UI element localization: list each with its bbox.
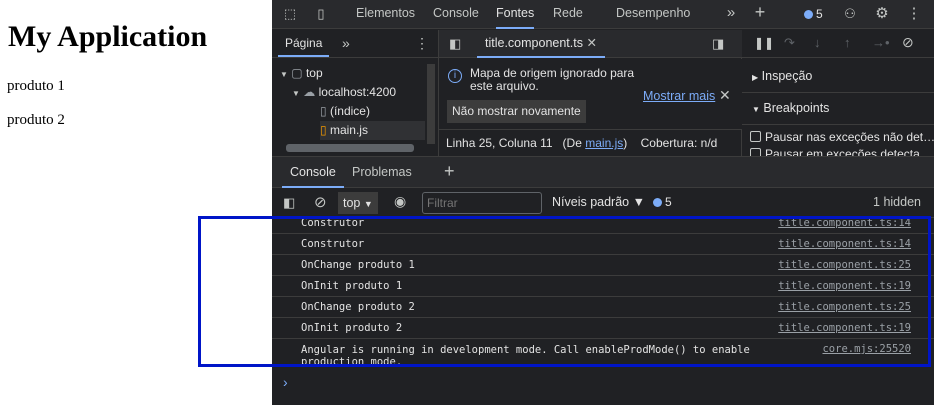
- debugger-sidebar: ❚❚ ↷ ↓ ↑ →• ⊘ ▶ Inspeção ▼ Breakpoints P…: [742, 30, 934, 161]
- console-message: OnInit produto 2 title.component.ts:19: [272, 318, 934, 339]
- console-message: OnChange produto 2 title.component.ts:25: [272, 297, 934, 318]
- hidden-count: 1 hidden: [873, 195, 921, 209]
- step-into-icon[interactable]: ↓: [814, 35, 821, 50]
- message-source-link[interactable]: title.component.ts:14: [778, 217, 911, 229]
- clear-console-icon[interactable]: ⊘: [314, 193, 327, 211]
- device-toolbar-icon[interactable]: ▯: [313, 6, 329, 22]
- watch-section[interactable]: ▶ Inspeção: [752, 69, 812, 83]
- source-file-link[interactable]: main.js: [585, 136, 623, 150]
- issues-counter[interactable]: 5: [804, 7, 823, 21]
- tab-title-component-ts[interactable]: title.component.ts ✕: [477, 30, 605, 58]
- console-message: Angular is running in development mode. …: [301, 343, 911, 368]
- tab-rede[interactable]: Rede: [553, 0, 583, 29]
- kebab-icon[interactable]: ⋮: [415, 35, 429, 52]
- console-message: OnInit produto 1 title.component.ts:19: [272, 276, 934, 297]
- info-icon: i: [448, 69, 462, 83]
- drawer-tabbar: Console Problemas +: [272, 156, 934, 188]
- learn-more-link[interactable]: Mostrar mais: [643, 89, 715, 103]
- console-message: Construtor title.component.ts:14: [272, 234, 934, 255]
- issues-icon: [804, 10, 813, 20]
- tree-item-index[interactable]: ▯ (índice): [320, 102, 370, 121]
- message-source-link[interactable]: core.mjs:25520: [822, 343, 911, 355]
- console-prompt[interactable]: ›: [283, 374, 288, 390]
- console-messages: Construtor title.component.ts:14 Construt…: [272, 217, 934, 405]
- tree-item-main-js[interactable]: ▯ main.js: [320, 121, 425, 140]
- issues-icon: [653, 198, 662, 208]
- tree-item-top[interactable]: ▼ ▢ top: [280, 64, 323, 83]
- tab-desempenho[interactable]: Desempenho: [616, 0, 690, 29]
- navigator-header: Página » ⋮: [272, 30, 439, 58]
- source-map-infobar: i Mapa de origem ignorado para este arqu…: [439, 59, 742, 129]
- console-message: Construtor title.component.ts:14: [272, 213, 934, 234]
- editor-status-bar: Linha 25, Coluna 11 (De main.js) Cobertu…: [439, 129, 742, 156]
- app-title: My Application: [8, 20, 208, 53]
- cursor-position: Linha 25, Coluna 11: [446, 136, 553, 150]
- eye-icon[interactable]: ◉: [394, 193, 406, 210]
- drawer-tab-console[interactable]: Console: [282, 157, 344, 188]
- pause-icon[interactable]: ❚❚: [754, 36, 774, 50]
- tab-console[interactable]: Console: [433, 0, 479, 29]
- message-source-link[interactable]: title.component.ts:19: [778, 322, 911, 334]
- devtools-panel: ⬚ ▯ Elementos Console Fontes Rede Desemp…: [272, 0, 934, 405]
- tab-elementos[interactable]: Elementos: [356, 0, 415, 29]
- chevron-down-icon: ▼: [363, 199, 373, 209]
- pause-uncaught-checkbox[interactable]: Pausar nas exceções não det…: [750, 130, 934, 144]
- tab-fontes[interactable]: Fontes: [496, 0, 535, 29]
- breakpoints-section[interactable]: ▼ Breakpoints: [752, 101, 829, 115]
- horizontal-scrollbar[interactable]: [286, 144, 414, 152]
- settings-icon[interactable]: ⚙: [874, 6, 890, 22]
- editor-pane: ◧ title.component.ts ✕ ◨ i Mapa de orige…: [439, 30, 742, 156]
- dont-show-again-button[interactable]: Não mostrar novamente: [447, 100, 586, 123]
- more-tabs-icon[interactable]: »: [723, 5, 739, 21]
- tab-pagina[interactable]: Página: [278, 30, 330, 57]
- sidebar-toggle-icon[interactable]: ◧: [283, 195, 295, 211]
- expand-arrow-icon: ▼: [280, 70, 288, 79]
- info-message: Mapa de origem ignorado para este arquiv…: [470, 66, 635, 93]
- kebab-icon[interactable]: ⋮: [906, 6, 922, 22]
- toggle-navigator-icon[interactable]: ◧: [449, 36, 461, 52]
- tree-item-localhost[interactable]: ▼ ☁ localhost:4200: [292, 83, 396, 102]
- customize-icon[interactable]: ⚇: [842, 6, 858, 22]
- deactivate-breakpoints-icon[interactable]: ⊘: [902, 34, 914, 51]
- step-icon[interactable]: →•: [872, 35, 890, 50]
- debugger-toolbar: ❚❚ ↷ ↓ ↑ →• ⊘: [742, 30, 934, 58]
- more-nav-tabs-icon[interactable]: »: [342, 35, 350, 51]
- step-out-icon[interactable]: ↑: [844, 35, 851, 50]
- coverage-status: Cobertura: n/d: [640, 136, 718, 150]
- console-message: OnChange produto 1 title.component.ts:25: [272, 255, 934, 276]
- file-icon: ▯: [320, 123, 327, 137]
- context-selector[interactable]: top ▼: [338, 192, 378, 214]
- close-icon[interactable]: ✕: [586, 36, 596, 50]
- add-icon[interactable]: +: [444, 161, 455, 182]
- drawer-tab-problemas[interactable]: Problemas: [352, 157, 412, 188]
- file-icon: ▯: [320, 104, 327, 118]
- editor-tabbar: ◧ title.component.ts ✕ ◨: [439, 30, 742, 58]
- message-source-link[interactable]: title.component.ts:14: [778, 238, 911, 250]
- log-levels-dropdown[interactable]: Níveis padrão ▼: [552, 195, 645, 209]
- inspect-icon[interactable]: ⬚: [282, 6, 298, 22]
- step-over-icon[interactable]: ↷: [784, 35, 795, 51]
- source-from: (De main.js): [562, 136, 628, 150]
- vertical-scrollbar[interactable]: [427, 64, 435, 144]
- expand-arrow-icon: ▶: [752, 73, 759, 82]
- message-source-link[interactable]: title.component.ts:25: [778, 301, 911, 313]
- devtools-main-toolbar: ⬚ ▯ Elementos Console Fontes Rede Desemp…: [272, 0, 934, 29]
- console-issues-counter[interactable]: 5: [653, 195, 672, 209]
- expand-arrow-icon: ▼: [292, 89, 300, 98]
- add-icon[interactable]: +: [752, 3, 768, 21]
- message-source-link[interactable]: title.component.ts:25: [778, 259, 911, 271]
- product-item-2: produto 2: [7, 112, 65, 128]
- toggle-debugger-icon[interactable]: ◨: [712, 36, 724, 52]
- product-item-1: produto 1: [7, 78, 65, 94]
- frame-icon: ▢: [291, 66, 303, 80]
- file-navigator: Página » ⋮ ▼ ▢ top ▼ ☁ localhost:4200 ▯ …: [272, 30, 439, 156]
- expand-arrow-icon: ▼: [752, 105, 760, 114]
- app-page: My Application produto 1 produto 2: [0, 0, 272, 405]
- close-icon[interactable]: ✕: [719, 87, 731, 104]
- cloud-icon: ☁: [303, 85, 316, 99]
- filter-input[interactable]: [422, 192, 542, 214]
- sources-panel: Página » ⋮ ▼ ▢ top ▼ ☁ localhost:4200 ▯ …: [272, 30, 934, 161]
- message-source-link[interactable]: title.component.ts:19: [778, 280, 911, 292]
